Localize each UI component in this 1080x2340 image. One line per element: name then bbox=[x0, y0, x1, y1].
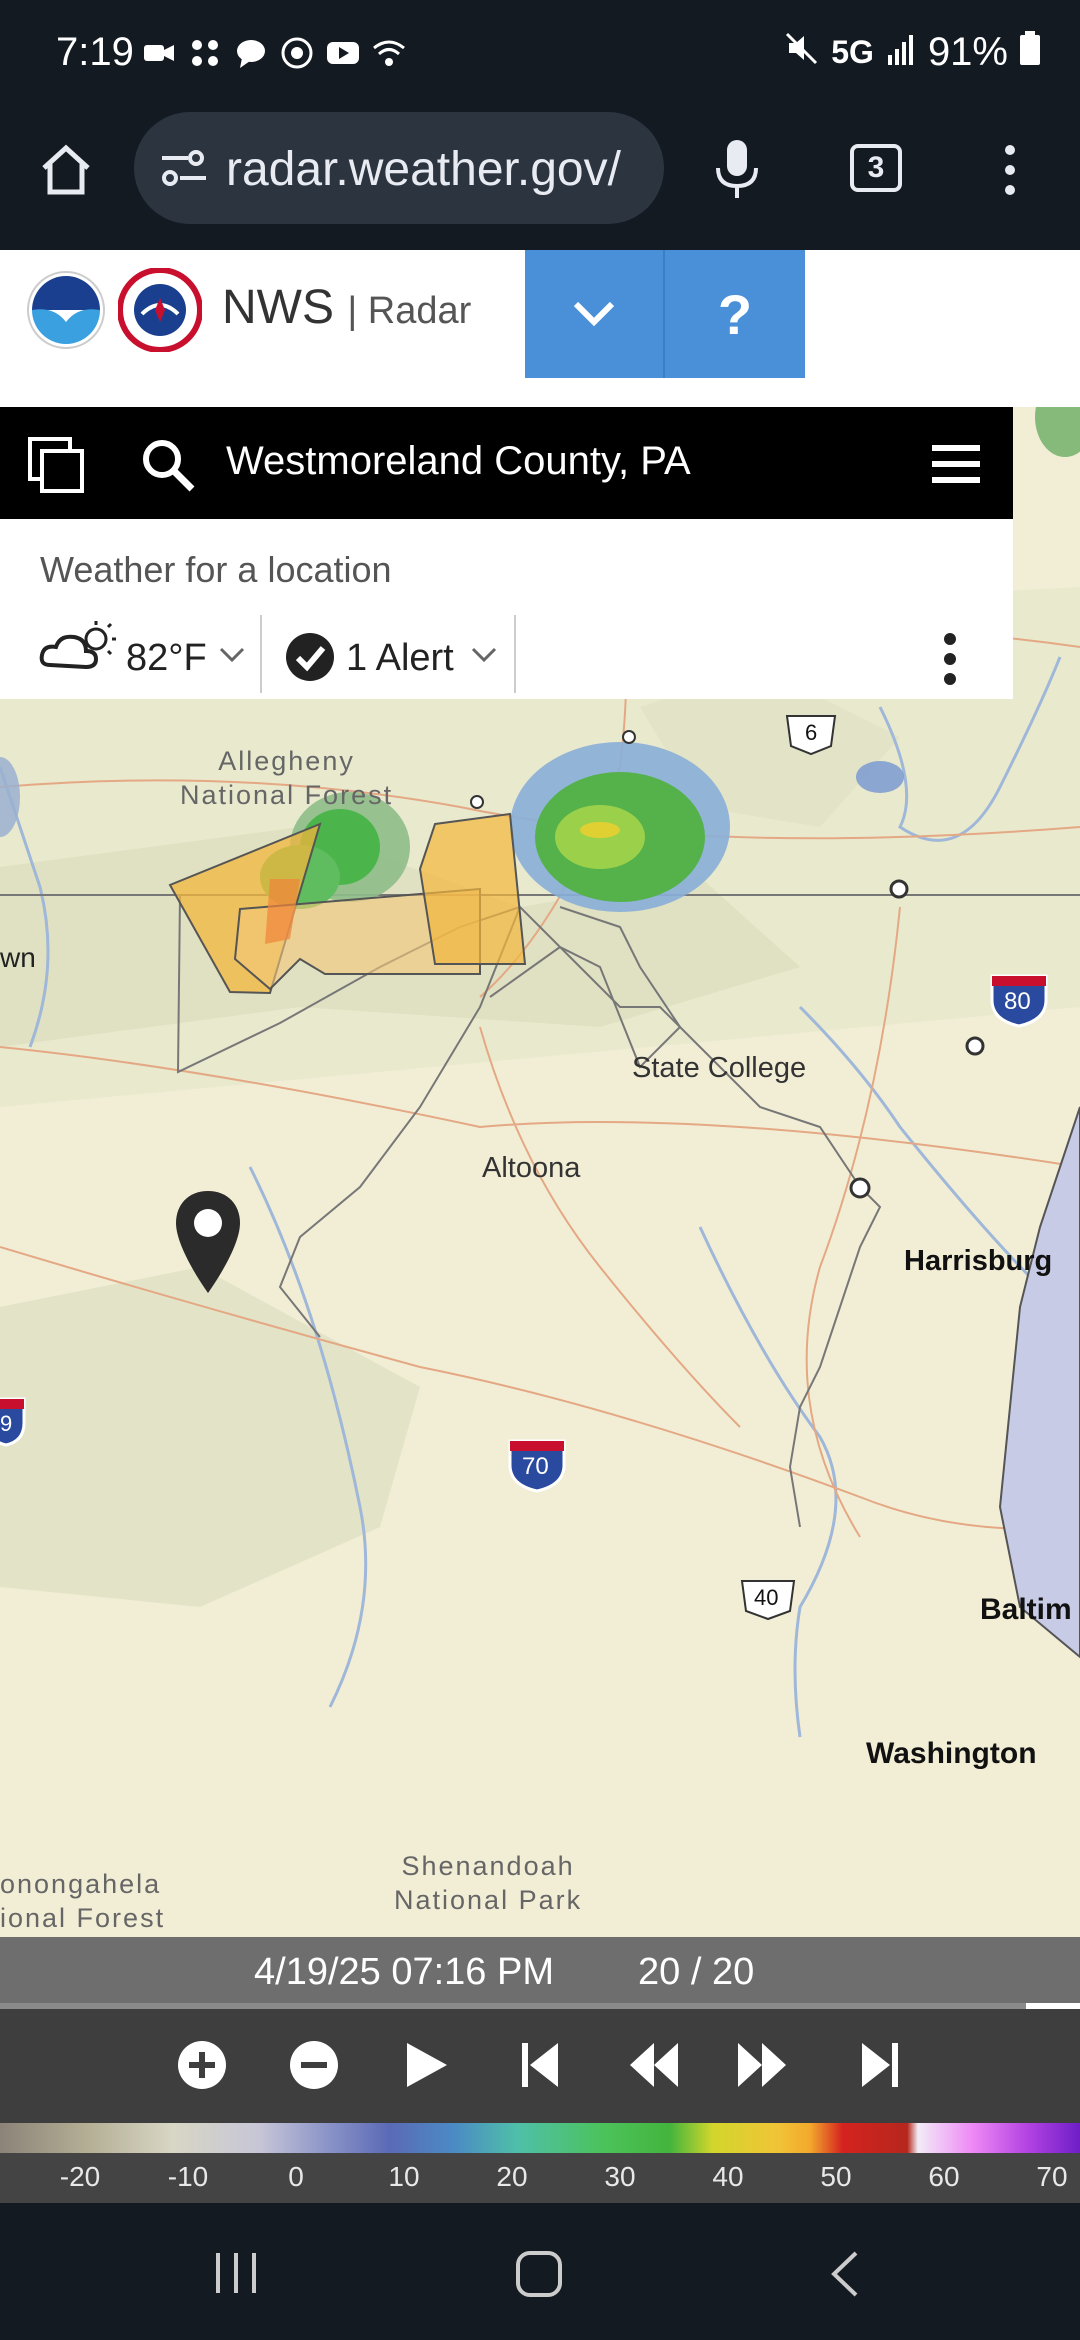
browser-toolbar: radar.weather.gov/ 3 bbox=[0, 112, 1080, 250]
wifi-icon bbox=[372, 36, 406, 70]
home-icon[interactable] bbox=[36, 140, 96, 205]
menu-dropdown-button[interactable] bbox=[525, 250, 663, 378]
video-call-icon bbox=[142, 36, 176, 70]
step-forward-icon[interactable] bbox=[730, 2033, 794, 2097]
legend-label: 60 bbox=[928, 2161, 960, 2192]
panel-separator bbox=[260, 615, 262, 693]
address-bar[interactable]: radar.weather.gov/ bbox=[134, 112, 664, 224]
legend-label: 40 bbox=[712, 2161, 744, 2192]
temperature-text: 82°F bbox=[126, 637, 207, 679]
search-location-text[interactable]: Westmoreland County, PA bbox=[226, 439, 691, 484]
hamburger-menu-icon[interactable] bbox=[932, 443, 982, 490]
youtube-icon bbox=[326, 36, 360, 70]
mic-icon[interactable] bbox=[712, 138, 762, 207]
first-frame-icon[interactable] bbox=[508, 2033, 572, 2097]
state-college-label: State College bbox=[632, 1052, 807, 1084]
recent-apps-icon[interactable] bbox=[212, 2251, 262, 2300]
washington-label: Washington bbox=[866, 1737, 1037, 1770]
altoona-label: Altoona bbox=[482, 1152, 581, 1184]
tabs-icon[interactable]: 3 bbox=[850, 144, 902, 192]
legend-label: -10 bbox=[167, 2161, 209, 2192]
zoom-out-icon[interactable] bbox=[282, 2033, 346, 2097]
left-edge-label: wn bbox=[0, 942, 36, 973]
zoom-in-icon[interactable] bbox=[170, 2033, 234, 2097]
layers-icon[interactable] bbox=[26, 435, 86, 500]
harrisburg-label: Harrisburg bbox=[904, 1245, 1053, 1277]
legend-label: -20 bbox=[59, 2161, 101, 2192]
help-button[interactable]: ? bbox=[665, 250, 805, 378]
last-frame-icon[interactable] bbox=[848, 2033, 912, 2097]
system-nav-bar bbox=[0, 2203, 1080, 2340]
check-circle-icon bbox=[284, 631, 336, 688]
weather-panel: Weather for a location 82°F 1 Alert bbox=[0, 519, 1013, 699]
cast-icon bbox=[280, 36, 314, 70]
noaa-logo bbox=[26, 270, 106, 355]
network-type: 5G bbox=[831, 34, 874, 70]
i-70-shield: 70 bbox=[506, 1437, 568, 1498]
chat-icon bbox=[234, 36, 268, 70]
legend-label: 70 bbox=[1036, 2161, 1068, 2192]
nws-title-sub: | Radar bbox=[347, 290, 472, 332]
chevron-down-icon bbox=[470, 645, 498, 670]
battery-level: 91% bbox=[927, 30, 1008, 74]
signal-icon bbox=[886, 30, 916, 75]
legend-label: 10 bbox=[388, 2161, 420, 2192]
site-settings-icon[interactable] bbox=[158, 144, 210, 197]
legend-label: 20 bbox=[496, 2161, 528, 2192]
battery-icon bbox=[1020, 30, 1040, 75]
location-search-bar: Westmoreland County, PA bbox=[0, 407, 1013, 519]
left-shield: 9 bbox=[0, 1395, 28, 1452]
step-back-icon[interactable] bbox=[622, 2033, 686, 2097]
back-icon[interactable] bbox=[826, 2249, 862, 2304]
url-text[interactable]: radar.weather.gov/ bbox=[226, 142, 621, 197]
left-shield-label: 9 bbox=[0, 1411, 13, 1436]
panel-separator bbox=[514, 615, 516, 693]
us-6-shield: 6 bbox=[783, 712, 839, 761]
nws-logo bbox=[117, 267, 203, 357]
shenandoah-label: Shenandoah National Park bbox=[394, 1851, 583, 1915]
i-80-shield: 80 bbox=[988, 972, 1050, 1033]
alert-text[interactable]: 1 Alert bbox=[346, 637, 454, 680]
nws-header: NWS | Radar ? bbox=[0, 250, 1080, 407]
legend-label: 30 bbox=[604, 2161, 636, 2192]
chevron-down-icon bbox=[573, 301, 615, 327]
monongahela-label: onongahela ional Forest bbox=[0, 1869, 166, 1933]
search-icon[interactable] bbox=[140, 437, 196, 498]
kebab-menu-icon[interactable] bbox=[940, 631, 960, 692]
baltimore-label: Baltim bbox=[980, 1593, 1072, 1626]
timeline-timestamp: 4/19/25 07:16 PM bbox=[254, 1951, 554, 1993]
i-70-label: 70 bbox=[522, 1453, 549, 1480]
allegheny-label: Allegheny National Forest bbox=[180, 746, 394, 810]
weather-panel-header: Weather for a location bbox=[40, 549, 392, 590]
home-nav-icon[interactable] bbox=[514, 2249, 564, 2304]
legend-label: 0 bbox=[288, 2161, 304, 2192]
timeline-bar: 4/19/25 07:16 PM 20 / 20 bbox=[0, 1937, 1080, 2009]
i-80-label: 80 bbox=[1004, 988, 1031, 1015]
apps-icon bbox=[188, 36, 222, 70]
status-time: 7:19 bbox=[56, 30, 134, 74]
mute-icon bbox=[785, 30, 819, 75]
nws-title-main: NWS bbox=[222, 281, 334, 334]
location-pin-icon[interactable] bbox=[172, 1187, 244, 1304]
timeline-frame: 20 / 20 bbox=[638, 1951, 755, 1993]
legend-labels: -20 -10 0 10 20 30 40 50 60 70 bbox=[0, 2153, 1080, 2203]
partly-cloudy-icon bbox=[38, 617, 118, 682]
notification-icons bbox=[142, 36, 406, 70]
legend-label: 50 bbox=[820, 2161, 852, 2192]
status-bar: 7:19 5G 91% bbox=[0, 0, 1080, 112]
playback-controls bbox=[0, 2009, 1080, 2123]
more-menu-icon[interactable] bbox=[1000, 144, 1020, 201]
nws-title: NWS | Radar bbox=[222, 280, 471, 335]
us-40-shield: 40 bbox=[738, 1577, 798, 1628]
play-icon[interactable] bbox=[394, 2033, 458, 2097]
reflectivity-legend bbox=[0, 2123, 1080, 2153]
us-6-label: 6 bbox=[805, 720, 818, 745]
chevron-down-icon bbox=[218, 645, 246, 670]
us-40-label: 40 bbox=[754, 1585, 779, 1610]
status-right: 5G 91% bbox=[785, 30, 1040, 75]
